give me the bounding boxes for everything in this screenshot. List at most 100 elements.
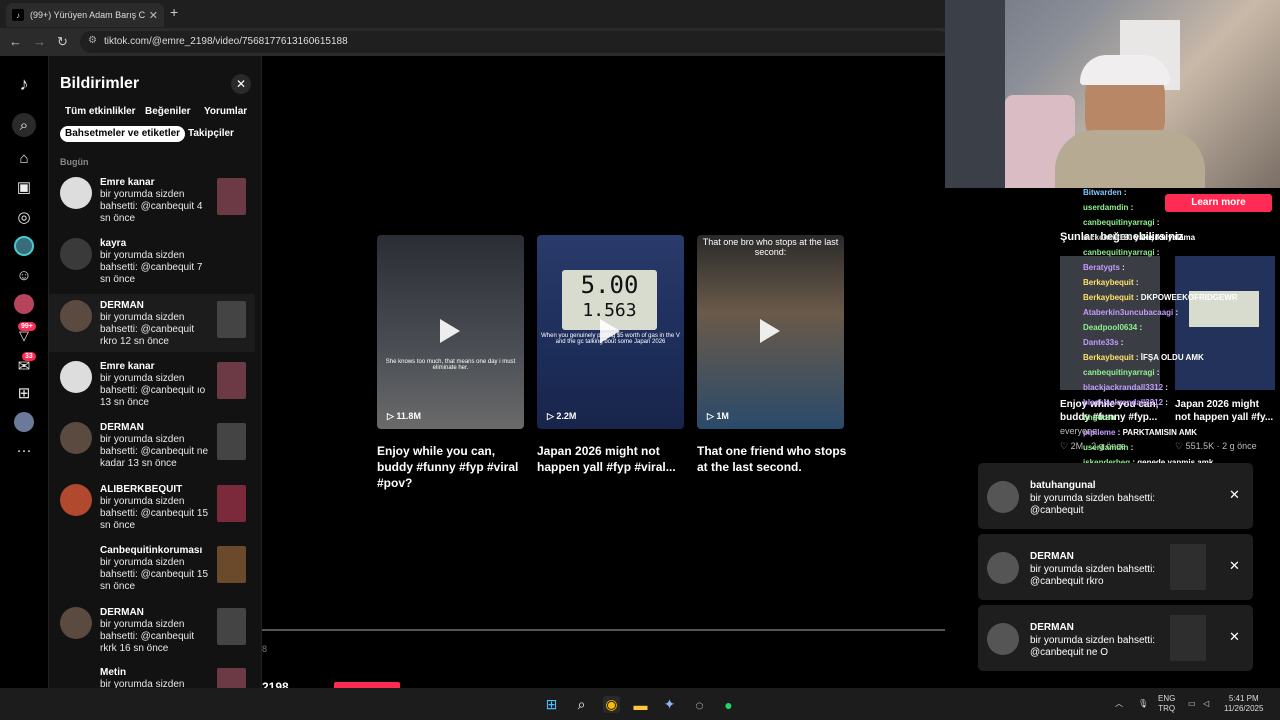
- video-caption[interactable]: That one friend who stops at the last se…: [697, 443, 847, 475]
- notification-toast[interactable]: DERMAN bir yorumda sizden bahsetti: @can…: [978, 534, 1253, 600]
- chat-text: :: [1173, 308, 1179, 317]
- avatar: [60, 667, 92, 688]
- video-caption[interactable]: Enjoy while you can, buddy #funny #fyp #…: [377, 443, 527, 491]
- chat-username: tingursu: [1083, 413, 1115, 422]
- notification-item[interactable]: DERMAN bir yorumda sizden bahsetti: @can…: [49, 416, 255, 474]
- chat-message: userdamdin :: [1083, 443, 1133, 452]
- browser-tab[interactable]: ♪ (99+) Yürüyen Adam Barış Can ✕: [6, 3, 164, 27]
- chip-all-activity[interactable]: Tüm etkinlikler: [60, 104, 141, 120]
- upload-icon[interactable]: ⊞: [14, 383, 34, 403]
- tray-chevron-icon[interactable]: ︿: [1115, 699, 1123, 709]
- chat-text: :: [1154, 218, 1160, 227]
- chat-text: :: [1121, 188, 1127, 197]
- play-icon: [760, 319, 780, 343]
- following-avatar[interactable]: [14, 236, 34, 256]
- notification-text: bir yorumda sizden bahsetti: @canbequit …: [100, 373, 206, 408]
- left-rail: ♪ ⌕ ⌂ ▣ ◎ ☺ ▽ 99+ ✉ 33 ⊞ ···: [0, 56, 48, 688]
- spotify-icon[interactable]: ●: [720, 696, 737, 713]
- chat-username: userdamdin: [1083, 443, 1129, 452]
- more-icon[interactable]: ···: [14, 440, 34, 460]
- video-caption[interactable]: Japan 2026 might not happen yall #fyp #v…: [537, 443, 687, 475]
- profile-avatar[interactable]: [14, 412, 34, 432]
- close-icon[interactable]: ✕: [1229, 487, 1240, 503]
- chrome-icon[interactable]: ◉: [603, 696, 620, 713]
- notification-item[interactable]: Emre kanar bir yorumda sizden bahsetti: …: [49, 355, 255, 413]
- chat-username: Berkaybequit: [1083, 353, 1134, 362]
- back-icon[interactable]: ←: [9, 34, 22, 49]
- chat-username: blackjackrandall3312: [1083, 398, 1164, 407]
- live-avatar[interactable]: [14, 294, 34, 314]
- url-bar[interactable]: ⚙ tiktok.com/@emre_2198/video/7568177613…: [80, 31, 950, 53]
- tab-close-icon[interactable]: ✕: [149, 9, 158, 22]
- video-overlay-text: That one bro who stops at the last secon…: [702, 237, 839, 257]
- sweater: [1055, 130, 1205, 188]
- site-info-icon[interactable]: ⚙: [88, 35, 97, 46]
- volume-icon[interactable]: ◁: [1203, 699, 1209, 709]
- shop-icon[interactable]: ▣: [14, 177, 34, 197]
- avatar: [60, 361, 92, 393]
- file-explorer-icon[interactable]: ▬: [632, 696, 649, 713]
- chat-username: pipileme: [1083, 428, 1116, 437]
- chat-message: Berkaybequit : İFŞA OLDU AMK: [1083, 353, 1204, 362]
- video-thumbnail[interactable]: [217, 485, 246, 522]
- chat-message: blackjackrandall3312 :: [1083, 383, 1168, 392]
- close-icon[interactable]: ✕: [1229, 558, 1240, 574]
- video-thumbnail[interactable]: [217, 423, 246, 460]
- video-card[interactable]: 5.00 1.563 When you genuinely putting $5…: [537, 235, 684, 429]
- mic-icon[interactable]: 🎙: [1138, 699, 1148, 709]
- friends-icon[interactable]: ☺: [14, 265, 34, 285]
- clock[interactable]: 5:41 PM 11/26/2025: [1224, 694, 1263, 714]
- obs-icon[interactable]: ◌: [691, 696, 708, 713]
- chat-message: Bitwarden :: [1083, 188, 1127, 197]
- notification-toast[interactable]: batuhangunal bir yorumda sizden bahsetti…: [978, 463, 1253, 529]
- video-thumbnail[interactable]: [217, 608, 246, 645]
- notification-item[interactable]: ALIBERKBEQUIT bir yorumda sizden bahsett…: [49, 478, 255, 536]
- network-icon[interactable]: ▭: [1188, 699, 1196, 709]
- notification-item[interactable]: DERMAN bir yorumda sizden bahsetti: @can…: [49, 601, 255, 659]
- language-indicator[interactable]: ENG TRQ: [1158, 694, 1175, 714]
- video-thumbnail[interactable]: [217, 668, 246, 688]
- chat-message: canbequitinyarragi :: [1083, 368, 1159, 377]
- notification-item[interactable]: Metin bir yorumda sizden: [49, 661, 255, 688]
- notification-item[interactable]: kayra bir yorumda sizden bahsetti: @canb…: [49, 232, 255, 290]
- chat-text: : PARKTAMISIN AMK: [1115, 428, 1198, 437]
- avatar: [60, 607, 92, 639]
- tab-title: (99+) Yürüyen Adam Barış Can: [30, 10, 145, 20]
- reload-icon[interactable]: ↻: [57, 34, 68, 50]
- notification-user: Emre kanar: [100, 361, 155, 372]
- close-icon[interactable]: ✕: [1229, 629, 1240, 645]
- video-thumbnail[interactable]: [1170, 615, 1206, 661]
- chip-followers[interactable]: Takipçiler: [183, 126, 239, 142]
- video-card[interactable]: That one bro who stops at the last secon…: [697, 235, 844, 429]
- chip-mentions[interactable]: Bahsetmeler ve etiketler: [60, 126, 186, 142]
- video-card[interactable]: She knows too much, that means one day i…: [377, 235, 524, 429]
- search-icon[interactable]: ⌕: [573, 696, 590, 713]
- search-icon[interactable]: ⌕: [12, 113, 36, 137]
- window-backdrop: [945, 0, 1005, 188]
- explore-icon[interactable]: ◎: [14, 207, 34, 227]
- notification-user: DERMAN: [100, 422, 144, 433]
- video-thumbnail[interactable]: [217, 301, 246, 338]
- home-icon[interactable]: ⌂: [14, 148, 34, 168]
- chip-comments[interactable]: Yorumlar: [199, 104, 252, 120]
- notification-item[interactable]: DERMAN bir yorumda sizden bahsetti: @can…: [49, 294, 255, 352]
- chip-likes[interactable]: Beğeniler: [140, 104, 196, 120]
- video-thumbnail[interactable]: [217, 362, 246, 399]
- notification-item[interactable]: Canbequitinkoruması bir yorumda sizden b…: [49, 539, 255, 597]
- video-thumbnail[interactable]: [217, 178, 246, 215]
- start-icon[interactable]: ⊞: [543, 696, 560, 713]
- tiktok-logo-icon[interactable]: ♪: [14, 74, 34, 94]
- progress-track[interactable]: [262, 629, 945, 631]
- steam-icon[interactable]: ✦: [661, 696, 678, 713]
- video-thumbnail[interactable]: [217, 546, 246, 583]
- chat-text: :: [1128, 203, 1134, 212]
- avatar: [60, 422, 92, 454]
- notification-text: bir yorumda sizden bahsetti: @canbequit …: [100, 557, 209, 592]
- notification-item[interactable]: Emre kanar bir yorumda sizden bahsetti: …: [49, 171, 255, 229]
- notification-toast[interactable]: DERMAN bir yorumda sizden bahsetti: @can…: [978, 605, 1253, 671]
- video-thumbnail[interactable]: [1170, 544, 1206, 590]
- forward-icon[interactable]: →: [33, 34, 46, 49]
- new-tab-button[interactable]: +: [170, 4, 178, 20]
- chat-username: canbequitinyarragi: [1083, 248, 1155, 257]
- close-icon[interactable]: ✕: [231, 74, 251, 94]
